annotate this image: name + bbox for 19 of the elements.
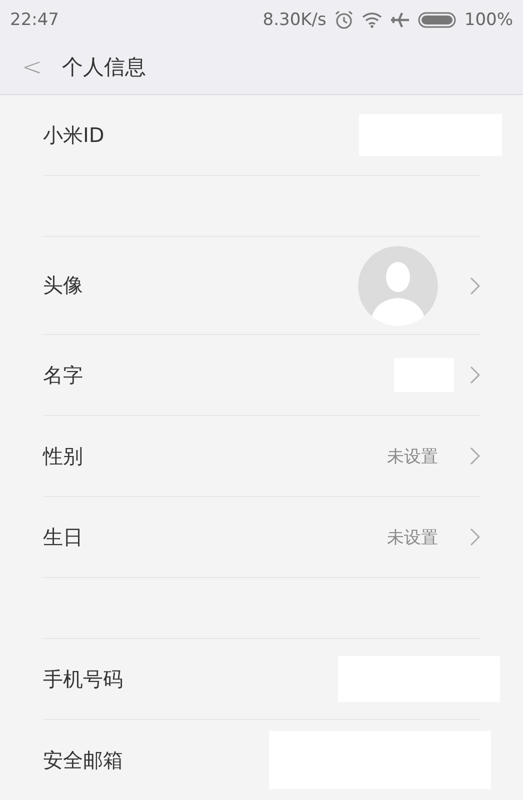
row-value: 未设置: [387, 526, 438, 548]
back-button[interactable]: <: [22, 53, 42, 81]
page-title: 个人信息: [62, 54, 146, 81]
alarm-icon: [334, 10, 354, 30]
wifi-icon: [362, 12, 382, 28]
row-label: 安全邮箱: [43, 746, 123, 774]
battery-percent: 100%: [464, 10, 513, 30]
row-label: 生日: [43, 524, 83, 550]
row-label: 小米ID: [43, 122, 104, 148]
battery-icon: [418, 12, 456, 28]
row-label: 手机号码: [43, 666, 123, 692]
row-label: 性别: [43, 442, 83, 470]
row-label: 头像: [43, 272, 83, 299]
status-time: 22:47: [10, 10, 59, 30]
row-label: 名字: [43, 362, 83, 388]
avatar-icon: [358, 246, 438, 326]
network-speed: 8.30K/s: [262, 10, 326, 30]
airplane-icon: [390, 11, 410, 29]
row-value: 未设置: [387, 446, 438, 468]
